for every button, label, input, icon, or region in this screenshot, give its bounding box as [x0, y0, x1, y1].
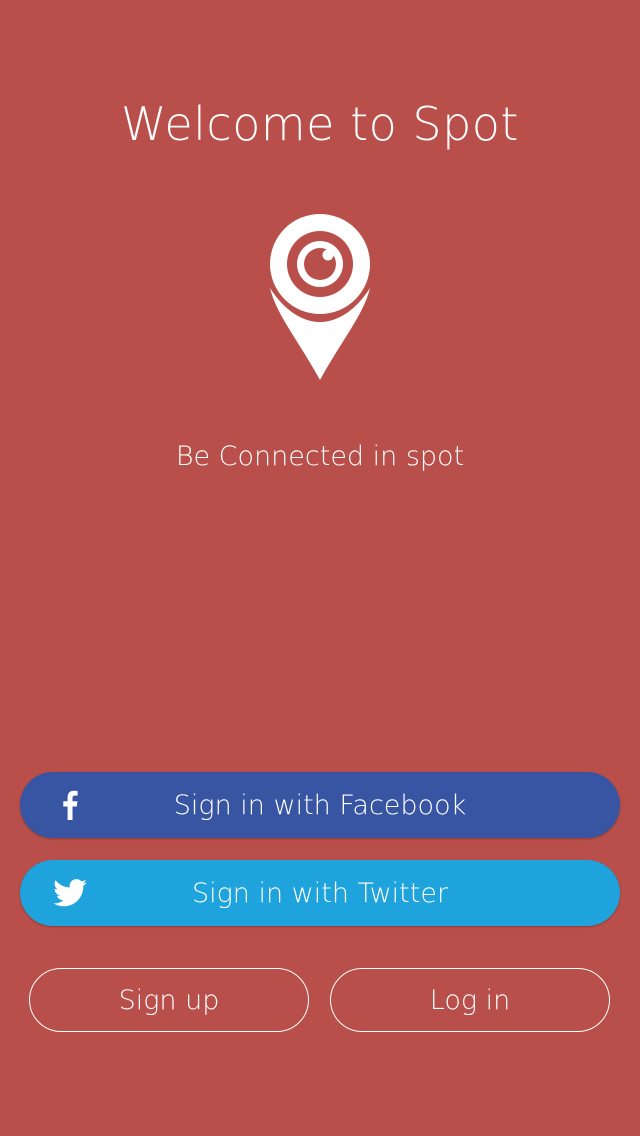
- welcome-screen: Welcome to Spot Be Connected in spot Sig…: [0, 0, 640, 1136]
- facebook-signin-button[interactable]: Sign in with Facebook: [20, 772, 620, 838]
- tagline: Be Connected in spot: [175, 441, 465, 472]
- page-title: Welcome to Spot: [121, 97, 519, 151]
- log-in-label: Log in: [429, 984, 511, 1016]
- sign-up-button[interactable]: Sign up: [29, 968, 309, 1032]
- twitter-signin-button[interactable]: Sign in with Twitter: [20, 860, 620, 926]
- twitter-icon: [52, 878, 88, 908]
- log-in-button[interactable]: Log in: [330, 968, 610, 1032]
- twitter-signin-label: Sign in with Twitter: [191, 877, 449, 909]
- facebook-icon: [58, 789, 82, 821]
- location-pin-eye-icon: [266, 210, 374, 382]
- facebook-signin-label: Sign in with Facebook: [173, 789, 467, 821]
- sign-up-label: Sign up: [118, 984, 220, 1016]
